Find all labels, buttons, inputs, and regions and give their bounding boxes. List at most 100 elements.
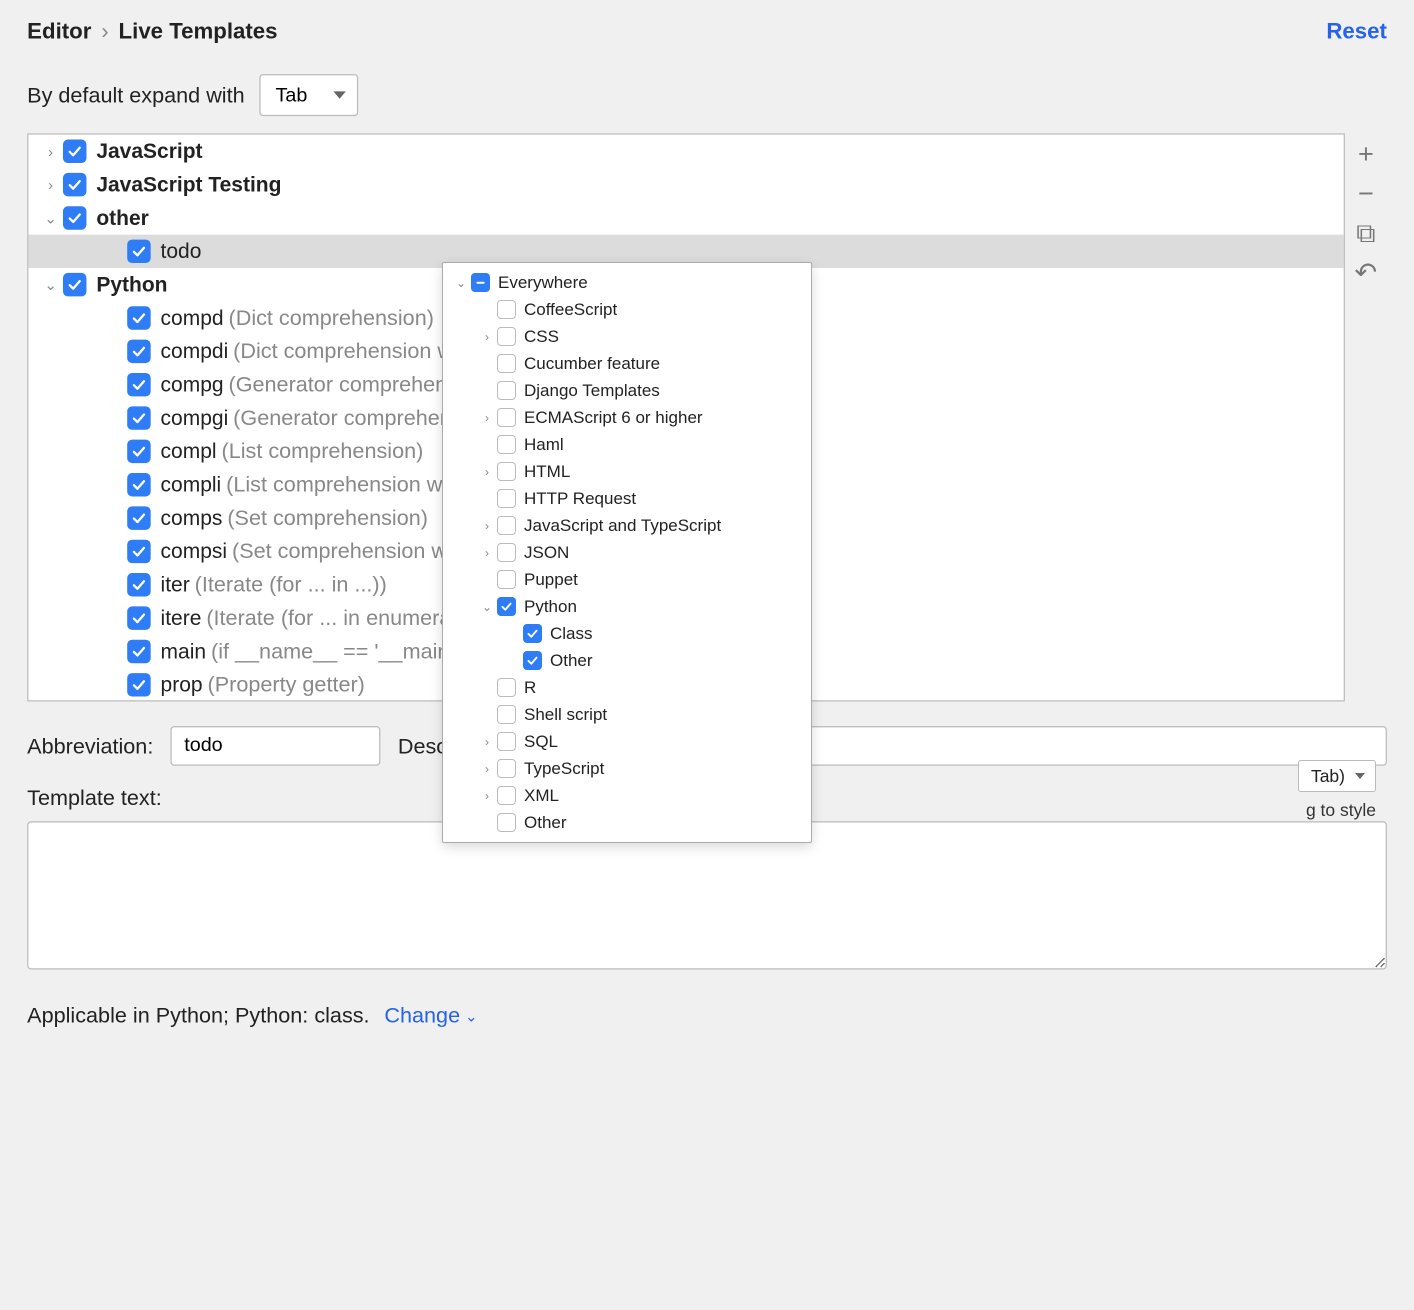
checkbox-icon[interactable] — [497, 678, 516, 697]
context-item[interactable]: Django Templates — [443, 377, 811, 404]
chevron-right-icon[interactable]: › — [479, 545, 495, 561]
checkbox-icon[interactable] — [63, 273, 86, 296]
checkbox-icon[interactable] — [127, 340, 150, 363]
checkbox-icon[interactable] — [127, 673, 150, 696]
tree-item-label: comps — [161, 506, 223, 531]
context-item[interactable]: Class — [443, 620, 811, 647]
context-item[interactable]: CoffeeScript — [443, 296, 811, 323]
checkbox-icon[interactable] — [63, 173, 86, 196]
chevron-right-icon[interactable]: › — [479, 464, 495, 480]
checkbox-icon[interactable] — [497, 759, 516, 778]
context-item[interactable]: ›XML — [443, 782, 811, 809]
tree-group[interactable]: ›JavaScript — [28, 135, 1343, 168]
checkbox-icon[interactable] — [497, 813, 516, 832]
tree-group-label: Python — [96, 272, 167, 297]
default-expand-select[interactable]: Tab — [259, 74, 358, 116]
context-item-label: Django Templates — [524, 381, 660, 401]
chevron-right-icon[interactable]: › — [479, 788, 495, 804]
context-item[interactable]: ›HTML — [443, 458, 811, 485]
abbreviation-input[interactable] — [171, 726, 381, 766]
checkbox-icon[interactable] — [497, 327, 516, 346]
add-button[interactable]: + — [1352, 141, 1379, 168]
checkbox-icon[interactable] — [497, 705, 516, 724]
tree-group[interactable]: ⌄other — [28, 201, 1343, 234]
breadcrumb-editor[interactable]: Editor — [27, 19, 91, 45]
checkbox-icon[interactable] — [127, 440, 150, 463]
context-item[interactable]: ⌄Python — [443, 593, 811, 620]
checkbox-icon[interactable] — [497, 732, 516, 751]
checkbox-icon[interactable] — [63, 140, 86, 163]
tree-toolbar: + − ⧉ ↶ — [1345, 133, 1387, 701]
chevron-down-icon[interactable]: ⌄ — [41, 208, 61, 228]
checkbox-icon[interactable] — [127, 406, 150, 429]
checkbox-indeterminate-icon[interactable] — [471, 273, 490, 292]
checkbox-icon[interactable] — [497, 570, 516, 589]
checkbox-icon[interactable] — [497, 408, 516, 427]
chevron-right-icon[interactable]: › — [41, 175, 61, 195]
chevron-right-icon[interactable]: › — [479, 518, 495, 534]
chevron-right-icon[interactable]: › — [479, 329, 495, 345]
context-item[interactable]: ›ECMAScript 6 or higher — [443, 404, 811, 431]
checkbox-icon[interactable] — [497, 786, 516, 805]
tree-group-label: JavaScript Testing — [96, 172, 281, 197]
checkbox-icon[interactable] — [127, 506, 150, 529]
checkbox-icon[interactable] — [497, 381, 516, 400]
tree-item-label: compl — [161, 439, 217, 464]
checkbox-icon[interactable] — [523, 651, 542, 670]
context-popup[interactable]: ⌄EverywhereCoffeeScript›CSSCucumber feat… — [442, 262, 812, 843]
checkbox-icon[interactable] — [127, 473, 150, 496]
chevron-right-icon[interactable]: › — [41, 141, 61, 161]
context-item[interactable]: Other — [443, 647, 811, 674]
reset-link[interactable]: Reset — [1326, 19, 1387, 45]
tree-group[interactable]: › JavaScript Testing — [28, 168, 1343, 201]
change-context-link[interactable]: Change ⌄ — [384, 1003, 477, 1029]
context-item-label: Puppet — [524, 570, 578, 590]
context-item[interactable]: ›JSON — [443, 539, 811, 566]
context-item[interactable]: ›TypeScript — [443, 755, 811, 782]
undo-button[interactable]: ↶ — [1352, 259, 1379, 286]
checkbox-icon[interactable] — [127, 540, 150, 563]
chevron-down-icon[interactable]: ⌄ — [479, 599, 495, 615]
checkbox-icon[interactable] — [497, 516, 516, 535]
context-item[interactable]: R — [443, 674, 811, 701]
checkbox-icon[interactable] — [63, 206, 86, 229]
context-item[interactable]: ›SQL — [443, 728, 811, 755]
checkbox-icon[interactable] — [127, 373, 150, 396]
checkbox-icon[interactable] — [127, 640, 150, 663]
context-item-label: HTTP Request — [524, 489, 636, 509]
context-item[interactable]: Haml — [443, 431, 811, 458]
tree-item-label: todo — [161, 239, 202, 264]
template-text-area[interactable] — [27, 821, 1387, 969]
context-item-label: R — [524, 678, 536, 698]
context-root[interactable]: ⌄Everywhere — [443, 269, 811, 296]
checkbox-icon[interactable] — [497, 597, 516, 616]
context-item[interactable]: ›CSS — [443, 323, 811, 350]
copy-button[interactable]: ⧉ — [1352, 220, 1379, 247]
context-item[interactable]: Cucumber feature — [443, 350, 811, 377]
context-item[interactable]: Other — [443, 809, 811, 836]
chevron-right-icon[interactable]: › — [479, 761, 495, 777]
chevron-down-icon[interactable]: ⌄ — [453, 275, 469, 291]
chevron-right-icon[interactable]: › — [479, 410, 495, 426]
checkbox-icon[interactable] — [127, 306, 150, 329]
tree-item-desc: (List comprehension) — [222, 438, 424, 464]
expand-with-select-fragment[interactable]: Tab) — [1298, 760, 1376, 792]
chevron-down-icon: ⌄ — [465, 1007, 477, 1024]
remove-button[interactable]: − — [1352, 180, 1379, 207]
checkbox-icon[interactable] — [497, 354, 516, 373]
checkbox-icon[interactable] — [497, 489, 516, 508]
chevron-right-icon[interactable]: › — [479, 734, 495, 750]
checkbox-icon[interactable] — [127, 240, 150, 263]
checkbox-icon[interactable] — [127, 573, 150, 596]
checkbox-icon[interactable] — [497, 462, 516, 481]
context-item[interactable]: ›JavaScript and TypeScript — [443, 512, 811, 539]
checkbox-icon[interactable] — [523, 624, 542, 643]
context-item[interactable]: Shell script — [443, 701, 811, 728]
checkbox-icon[interactable] — [497, 300, 516, 319]
checkbox-icon[interactable] — [127, 606, 150, 629]
checkbox-icon[interactable] — [497, 435, 516, 454]
context-item[interactable]: Puppet — [443, 566, 811, 593]
chevron-down-icon[interactable]: ⌄ — [41, 275, 61, 295]
checkbox-icon[interactable] — [497, 543, 516, 562]
context-item[interactable]: HTTP Request — [443, 485, 811, 512]
